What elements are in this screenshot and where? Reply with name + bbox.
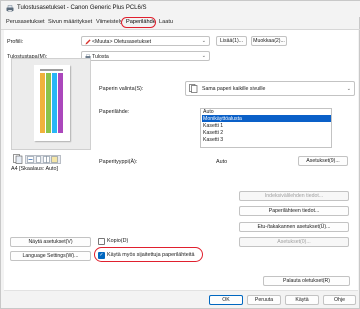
paper-source-option-selected[interactable]: Monikäyttöalusta [203, 116, 242, 122]
single-page-icon[interactable] [35, 156, 42, 163]
add-profile-button[interactable]: Lisää(1)... [216, 36, 247, 46]
print-settings-window: Tulostusasetukset - Canon Generic Plus P… [0, 0, 360, 309]
preview-caption: A4 [Skaalaus: Auto] [11, 166, 59, 172]
paper-type-value[interactable]: Auto [216, 159, 227, 165]
paper-source-option[interactable]: Kasetti 1 [203, 123, 223, 129]
paper-source-list[interactable]: Auto Monikäyttöalusta Kasetti 1 Kasetti … [200, 108, 332, 148]
show-settings-button[interactable]: Näytä asetukset(V) [10, 237, 91, 247]
settings-button[interactable]: Asetukset(0)... [239, 237, 349, 247]
output-method-select[interactable]: Tulosta ⌄ [81, 51, 210, 61]
page-layout-icon[interactable] [13, 154, 23, 164]
title-bar: Tulostusasetukset - Canon Generic Plus P… [1, 1, 360, 17]
cover-settings-button[interactable]: Etu-/takakannen asetukset(Ü)... [239, 222, 349, 232]
paper-source-option[interactable]: Auto [203, 109, 214, 115]
paper-source-label: Paperilähde: [99, 109, 130, 115]
copies-label: Kopio(D) [107, 238, 129, 244]
paper-source-info-button[interactable]: Paperilähteen tiedot... [239, 206, 349, 216]
paper-source-option[interactable]: Kasetti 3 [203, 137, 223, 143]
pencil-icon [85, 38, 91, 44]
chevron-down-icon: ⌄ [346, 86, 351, 92]
printer-icon [6, 5, 14, 12]
highlight-ring-tab [121, 17, 156, 28]
output-method-value: Tulosta [92, 53, 109, 60]
language-settings-button[interactable]: Language Settings(W)... [10, 251, 91, 261]
chevron-down-icon: ⌄ [201, 53, 206, 59]
paper-type-label: Paperityyppi(Ä): [99, 159, 138, 165]
page-preview [11, 58, 91, 150]
window-title: Tulostusasetukset - Canon Generic Plus P… [17, 5, 147, 11]
chevron-down-icon: ⌄ [201, 38, 206, 44]
copies-checkbox[interactable] [98, 238, 105, 245]
highlight-ring-checkbox [94, 247, 203, 262]
paper-selection-select[interactable]: Sama paperi kaikille sivuille ⌄ [185, 81, 355, 96]
zoom-out-icon[interactable] [27, 156, 34, 163]
paper-source-option[interactable]: Kasetti 2 [203, 130, 223, 136]
restore-defaults-button[interactable]: Palauta oletukset(R) [263, 276, 350, 286]
same-paper-icon [189, 84, 198, 93]
profile-label: Profiili: [7, 39, 24, 45]
help-button[interactable]: Ohje [323, 295, 356, 305]
multi-page-icon[interactable] [43, 156, 50, 163]
tab-quality[interactable]: Laatu [159, 19, 173, 25]
paper-selection-value: Sama paperi kaikille sivuille [202, 86, 266, 92]
profile-value: <Muuta> Oletusasetukset [92, 38, 152, 45]
preview-page [34, 65, 70, 141]
tab-basic[interactable]: Perusasetukset [6, 19, 45, 25]
tab-finishing[interactable]: Viimeistely [96, 19, 123, 25]
tab-info-button[interactable]: Indeksivälilehden tiedot... [239, 191, 349, 201]
tab-bar: Perusasetukset Sivun määritykset Viimeis… [1, 17, 360, 29]
color-mode-icon[interactable] [51, 156, 58, 163]
footer-divider [4, 290, 358, 291]
tab-page-setup[interactable]: Sivun määritykset [48, 19, 92, 25]
apply-button[interactable]: Käytä [285, 295, 319, 305]
profile-select[interactable]: <Muuta> Oletusasetukset ⌄ [81, 36, 210, 46]
cancel-button[interactable]: Peruuta [247, 295, 281, 305]
edit-profile-button[interactable]: Muokkaa(2)... [251, 36, 287, 46]
ok-button[interactable]: OK [209, 295, 243, 305]
paper-selection-label: Paperin valinta(S): [99, 86, 144, 92]
paper-type-settings-button[interactable]: Asetukset(9)... [298, 156, 348, 166]
